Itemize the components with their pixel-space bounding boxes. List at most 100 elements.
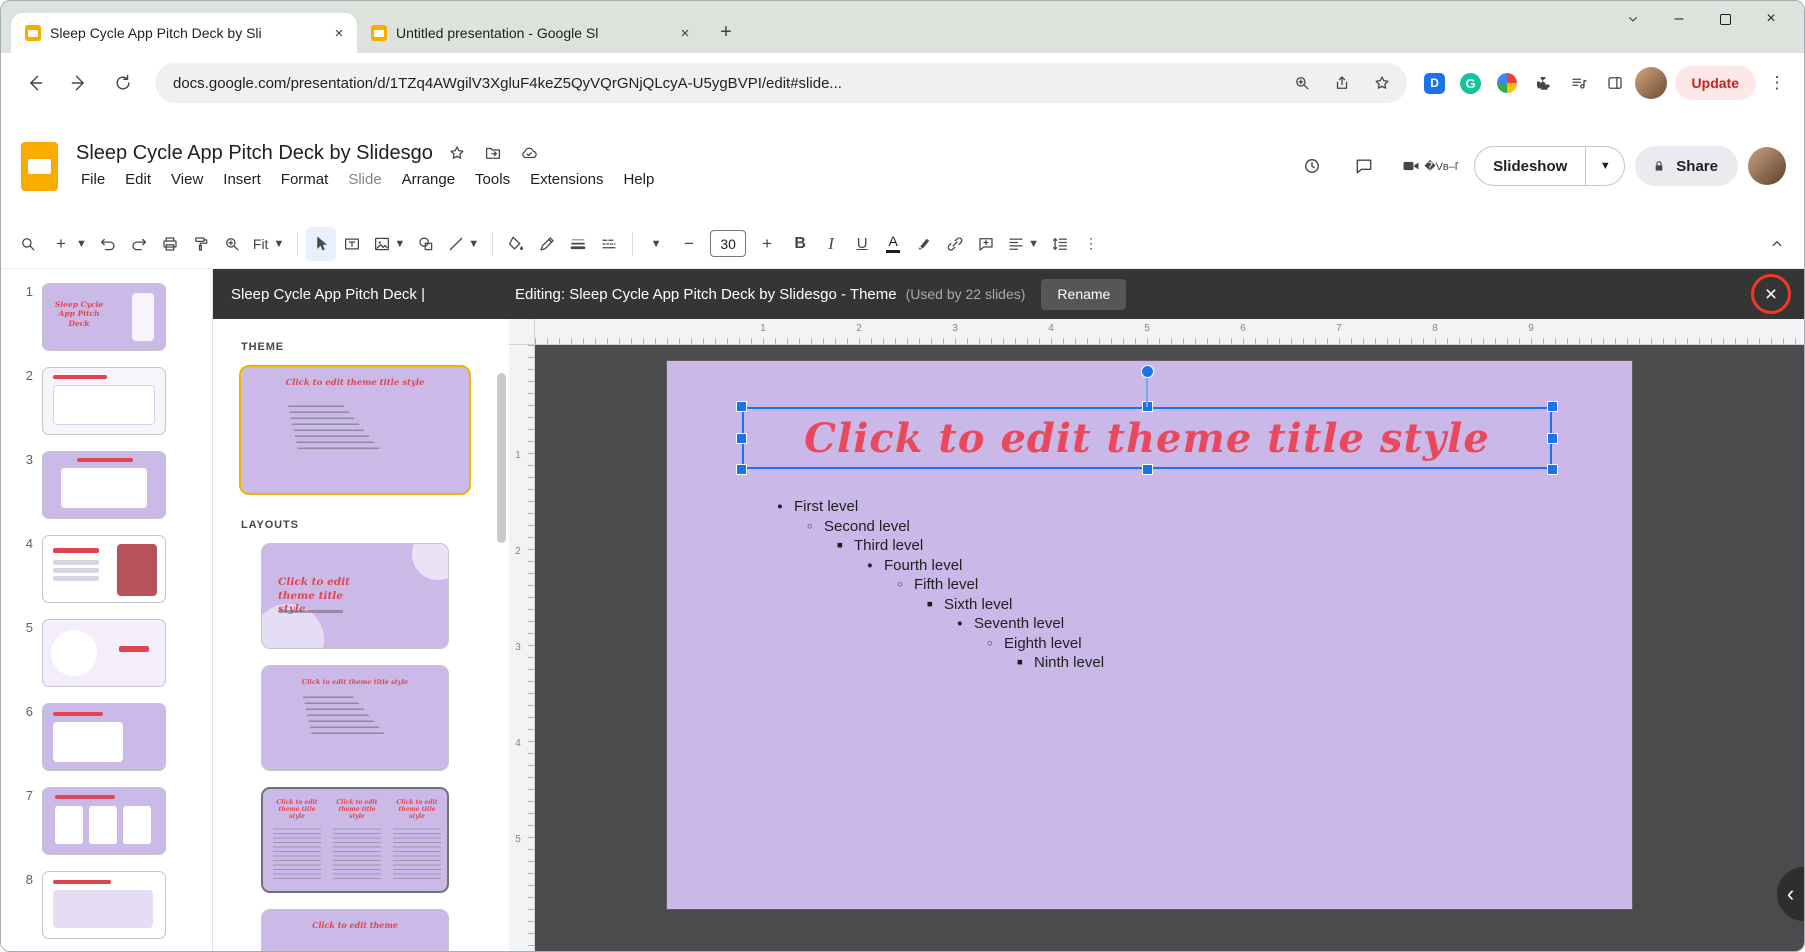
- tab-active[interactable]: Sleep Cycle App Pitch Deck by Sli ×: [11, 13, 357, 53]
- rename-button[interactable]: Rename: [1041, 279, 1126, 310]
- menu-help[interactable]: Help: [614, 168, 663, 191]
- theme-title-placeholder[interactable]: Click to edit theme title style: [744, 409, 1550, 467]
- menu-view[interactable]: View: [162, 168, 212, 191]
- tab-close-icon[interactable]: ×: [329, 23, 349, 43]
- insert-link-icon[interactable]: [940, 227, 970, 261]
- selection-handle[interactable]: [1548, 434, 1557, 443]
- highlight-color-icon[interactable]: [909, 227, 939, 261]
- browser-profile-avatar[interactable]: [1635, 67, 1667, 99]
- selection-handle[interactable]: [1143, 465, 1152, 474]
- cloud-status-icon[interactable]: [517, 141, 541, 165]
- extensions-puzzle-icon[interactable]: [1527, 67, 1559, 99]
- insert-line-icon[interactable]: ▼: [442, 227, 484, 261]
- version-history-icon[interactable]: [1291, 145, 1333, 187]
- update-button[interactable]: Update: [1675, 66, 1756, 100]
- underline-button[interactable]: U: [847, 227, 877, 261]
- grammarly-icon[interactable]: G: [1455, 67, 1487, 99]
- slide-thumbnail[interactable]: Sleep Cycle App Pitch Deck: [42, 283, 166, 351]
- rotation-handle[interactable]: [1142, 366, 1153, 377]
- slide-thumbnail[interactable]: [42, 367, 166, 435]
- menu-edit[interactable]: Edit: [116, 168, 160, 191]
- zoom-in-icon[interactable]: [217, 227, 247, 261]
- layout-thumbnail-title-body[interactable]: Click to edit theme title style: [261, 665, 449, 771]
- pinwheel-extension-icon[interactable]: [1491, 67, 1523, 99]
- text-color-button[interactable]: A: [878, 227, 908, 261]
- slide-thumbnail[interactable]: [42, 703, 166, 771]
- slide-editing-area[interactable]: Click to edit theme title style: [667, 361, 1632, 909]
- menu-arrange[interactable]: Arrange: [393, 168, 464, 191]
- add-comment-icon[interactable]: [971, 227, 1001, 261]
- slideshow-dropdown-icon[interactable]: ▼: [1586, 160, 1624, 172]
- queue-music-icon[interactable]: [1563, 67, 1595, 99]
- account-avatar[interactable]: [1748, 147, 1786, 185]
- extension-d-icon[interactable]: D: [1419, 67, 1451, 99]
- browser-menu-icon[interactable]: ⋮: [1764, 73, 1790, 93]
- border-color-icon[interactable]: [532, 227, 562, 261]
- body-placeholder[interactable]: ●First level ○Second level ■Third level …: [777, 497, 1104, 673]
- font-size-field[interactable]: 30: [710, 230, 746, 257]
- search-menus-icon[interactable]: [13, 227, 43, 261]
- undo-icon[interactable]: [93, 227, 123, 261]
- zoom-fit-select[interactable]: Fit ▼: [248, 227, 289, 261]
- insert-image-icon[interactable]: ▼: [368, 227, 410, 261]
- menu-insert[interactable]: Insert: [214, 168, 270, 191]
- tab-search-chevron-icon[interactable]: [1610, 1, 1656, 37]
- star-icon[interactable]: [445, 141, 469, 165]
- close-theme-editor-button[interactable]: ×: [1750, 273, 1792, 315]
- selection-handle[interactable]: [1548, 402, 1557, 411]
- window-close-button[interactable]: ×: [1748, 1, 1794, 37]
- text-box-icon[interactable]: [337, 227, 367, 261]
- menu-tools[interactable]: Tools: [466, 168, 519, 191]
- redo-icon[interactable]: [124, 227, 154, 261]
- document-title[interactable]: Sleep Cycle App Pitch Deck by Slidesgo: [76, 142, 433, 165]
- menu-slide[interactable]: Slide: [339, 168, 390, 191]
- layout-thumbnail-title-slide[interactable]: Click to edit theme title style: [261, 543, 449, 649]
- slide-thumbnail[interactable]: [42, 451, 166, 519]
- slide-thumbnail[interactable]: [42, 787, 166, 855]
- bold-button[interactable]: B: [785, 227, 815, 261]
- new-tab-button[interactable]: +: [711, 17, 741, 47]
- menu-file[interactable]: File: [72, 168, 114, 191]
- hide-menus-icon[interactable]: [1762, 227, 1792, 261]
- zoom-icon[interactable]: [1287, 68, 1317, 98]
- menu-format[interactable]: Format: [272, 168, 338, 191]
- increase-font-size-button[interactable]: +: [750, 227, 784, 261]
- menu-extensions[interactable]: Extensions: [521, 168, 612, 191]
- window-minimize-button[interactable]: –: [1656, 1, 1702, 37]
- more-options-icon[interactable]: ⋮: [1076, 227, 1106, 261]
- window-maximize-button[interactable]: [1702, 1, 1748, 37]
- side-panel-icon[interactable]: [1599, 67, 1631, 99]
- slide-thumbnail[interactable]: [42, 871, 166, 939]
- share-page-icon[interactable]: [1327, 68, 1357, 98]
- move-folder-icon[interactable]: [481, 141, 505, 165]
- bookmark-star-icon[interactable]: [1367, 68, 1397, 98]
- new-slide-button[interactable]: +▼: [44, 227, 92, 261]
- selection-handle[interactable]: [737, 402, 746, 411]
- selection-handle[interactable]: [1548, 465, 1557, 474]
- slide-canvas[interactable]: 1 2 3 4 5 6 7 8 9 1 2 3 4: [509, 319, 1804, 951]
- address-bar[interactable]: docs.google.com/presentation/d/1TZq4AWgi…: [155, 63, 1407, 103]
- border-weight-icon[interactable]: [563, 227, 593, 261]
- fill-color-icon[interactable]: [501, 227, 531, 261]
- panel-scrollbar[interactable]: [497, 373, 506, 543]
- slide-thumbnail[interactable]: [42, 619, 166, 687]
- tab-close-icon[interactable]: ×: [675, 23, 695, 43]
- title-text-box[interactable]: Click to edit theme title style: [742, 407, 1552, 469]
- paint-format-icon[interactable]: [186, 227, 216, 261]
- comment-history-icon[interactable]: [1343, 145, 1385, 187]
- layout-thumbnail-partial[interactable]: Click to edit theme: [261, 909, 449, 951]
- slides-logo[interactable]: [21, 142, 58, 191]
- text-style-dropdown-icon[interactable]: ▼: [641, 227, 671, 261]
- select-tool-icon[interactable]: [306, 227, 336, 261]
- line-spacing-icon[interactable]: [1045, 227, 1075, 261]
- meet-camera-button[interactable]: �Vв–ľ: [1395, 156, 1464, 176]
- collapse-panel-button[interactable]: ‹: [1777, 867, 1804, 921]
- forward-icon[interactable]: [59, 63, 99, 103]
- align-icon[interactable]: ▼: [1002, 227, 1044, 261]
- selection-handle[interactable]: [737, 434, 746, 443]
- insert-shape-icon[interactable]: [411, 227, 441, 261]
- reload-icon[interactable]: [103, 63, 143, 103]
- slide-thumbnail[interactable]: [42, 535, 166, 603]
- decrease-font-size-button[interactable]: −: [672, 227, 706, 261]
- layout-thumbnail-three-columns[interactable]: Click to edit theme title style Click to…: [261, 787, 449, 893]
